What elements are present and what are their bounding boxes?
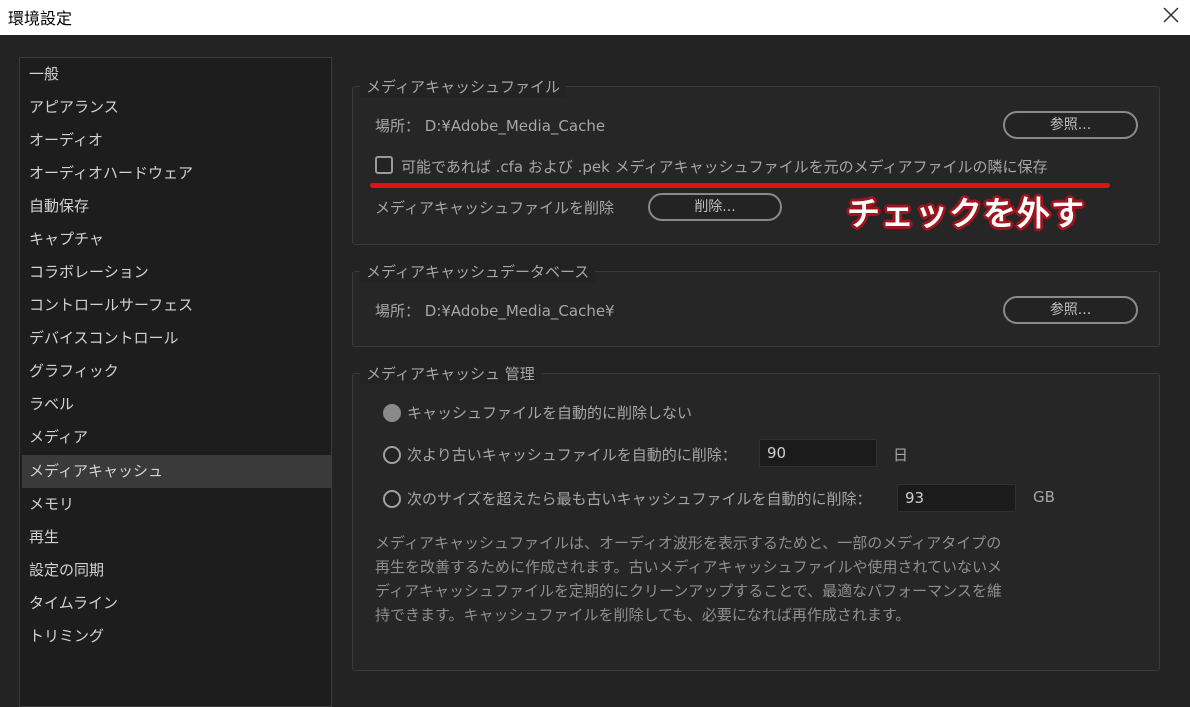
cache-db-title: メディアキャッシュデータベース (360, 261, 596, 282)
sidebar-item-media-cache[interactable]: メディアキャッシュ (22, 455, 331, 488)
sidebar-item-audio[interactable]: オーディオ (22, 124, 331, 157)
preferences-sidebar: 一般 アピアランス オーディオ オーディオハードウェア 自動保存 キャプチャ コ… (19, 57, 332, 707)
sidebar-item-memory[interactable]: メモリ (22, 488, 331, 521)
radio-never-delete[interactable] (383, 404, 401, 422)
sidebar-item-appearance[interactable]: アピアランス (22, 91, 331, 124)
sidebar-item-control-surface[interactable]: コントロールサーフェス (22, 289, 331, 322)
sidebar-item-general[interactable]: 一般 (22, 58, 331, 91)
radio-delete-older-label: 次より古いキャッシュファイルを自動的に削除： (407, 446, 737, 464)
radio-delete-over-size[interactable] (383, 490, 401, 508)
sidebar-item-media[interactable]: メディア (22, 421, 331, 454)
sidebar-item-labels[interactable]: ラベル (22, 388, 331, 421)
sidebar-item-timeline[interactable]: タイムライン (22, 587, 331, 620)
radio-delete-over-size-label: 次のサイズを超えたら最も古いキャッシュファイルを自動的に削除： (407, 490, 872, 508)
cache-files-title: メディアキャッシュファイル (360, 76, 566, 97)
sidebar-item-trimming[interactable]: トリミング (22, 620, 331, 653)
sidebar-item-capture[interactable]: キャプチャ (22, 223, 331, 256)
size-limit-unit: GB (1033, 488, 1055, 506)
sidebar-item-playback[interactable]: 再生 (22, 521, 331, 554)
cache-description: メディアキャッシュファイルは、オーディオ波形を表示するためと、一部のメディアタイ… (375, 534, 1003, 624)
cache-files-location: 場所： D:¥Adobe_Media_Cache (375, 117, 606, 135)
delete-cache-files-label: メディアキャッシュファイルを削除 (375, 199, 614, 217)
cache-files-browse-button[interactable]: 参照... (1003, 111, 1138, 139)
radio-delete-older[interactable] (383, 446, 401, 464)
radio-never-delete-label: キャッシュファイルを自動的に削除しない (407, 404, 693, 422)
older-days-input[interactable]: 90 (759, 439, 877, 467)
cache-db-browse-button[interactable]: 参照... (1003, 296, 1138, 324)
sidebar-item-graphics[interactable]: グラフィック (22, 355, 331, 388)
save-next-to-media-label: 可能であれば .cfa および .pek メディアキャッシュファイルを元のメディ… (401, 158, 1048, 176)
sidebar-item-audio-hardware[interactable]: オーディオハードウェア (22, 157, 331, 190)
close-icon[interactable] (1158, 2, 1184, 28)
annotation-text: チェックを外す (847, 194, 1085, 233)
title-bar: 環境設定 (0, 0, 1190, 35)
save-next-to-media-checkbox[interactable] (375, 156, 393, 174)
delete-cache-files-button[interactable]: 削除... (648, 193, 782, 221)
window-title: 環境設定 (8, 9, 73, 28)
older-days-unit: 日 (893, 446, 909, 464)
sidebar-item-device-control[interactable]: デバイスコントロール (22, 322, 331, 355)
sidebar-item-auto-save[interactable]: 自動保存 (22, 190, 331, 223)
cache-mgmt-title: メディアキャッシュ 管理 (360, 363, 541, 384)
sidebar-item-sync-settings[interactable]: 設定の同期 (22, 554, 331, 587)
size-limit-input[interactable]: 93 (897, 484, 1016, 512)
cache-db-location: 場所： D:¥Adobe_Media_Cache¥ (375, 302, 615, 320)
sidebar-item-collaboration[interactable]: コラボレーション (22, 256, 331, 289)
